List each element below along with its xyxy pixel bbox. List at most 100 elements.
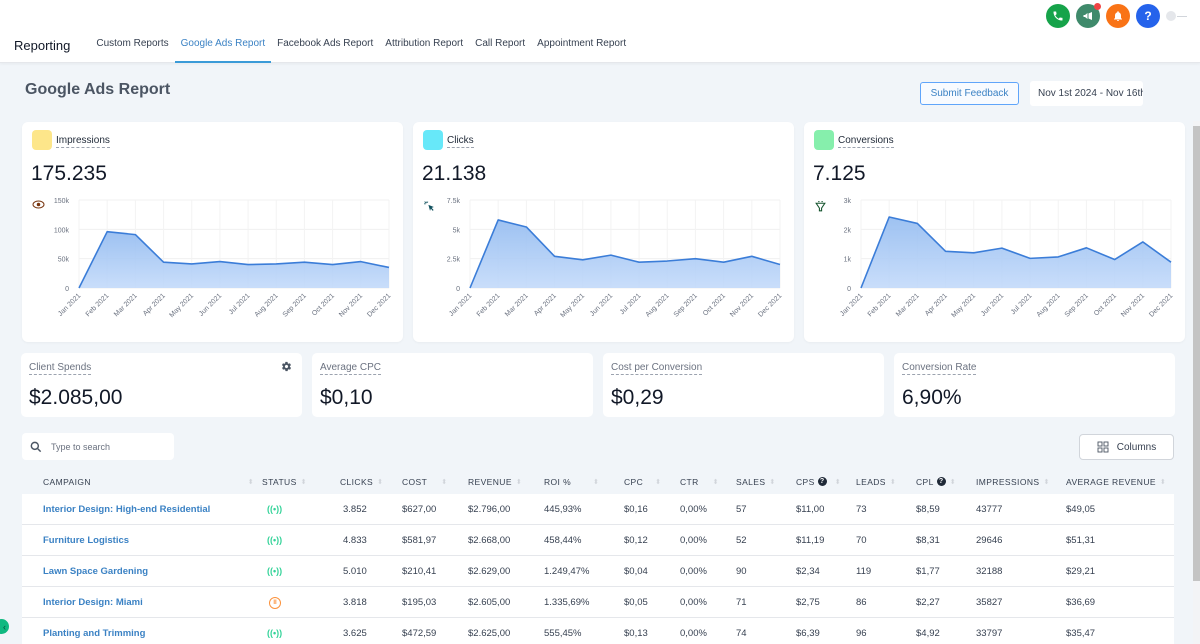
sort-icon[interactable]: ⬍ <box>1160 478 1166 486</box>
campaign-link[interactable]: Furniture Logistics <box>43 535 129 546</box>
sort-icon[interactable]: ⬍ <box>441 478 447 486</box>
submit-feedback-button[interactable]: Submit Feedback <box>920 82 1019 105</box>
campaign-link[interactable]: Lawn Space Gardening <box>43 566 148 577</box>
sort-icon[interactable]: ⬍ <box>835 478 841 486</box>
data-point[interactable] <box>274 262 278 266</box>
data-point[interactable] <box>1169 260 1173 264</box>
impressions-label[interactable]: Impressions <box>56 135 110 148</box>
data-point[interactable] <box>524 225 528 229</box>
data-point[interactable] <box>468 286 472 290</box>
tab-google-ads-report[interactable]: Google Ads Report <box>174 38 272 63</box>
col-status[interactable]: STATUS ⬍ <box>262 477 340 487</box>
bell-icon[interactable] <box>1106 4 1130 28</box>
col-revenue[interactable]: REVENUE ⬍ <box>468 477 544 487</box>
columns-button[interactable]: Columns <box>1079 434 1174 460</box>
sort-icon[interactable]: ⬍ <box>301 478 307 486</box>
data-point[interactable] <box>665 259 669 263</box>
data-point[interactable] <box>915 221 919 225</box>
data-point[interactable] <box>133 233 137 237</box>
data-point[interactable] <box>77 286 81 290</box>
sort-icon[interactable]: ⬍ <box>516 478 522 486</box>
data-point[interactable] <box>218 260 222 264</box>
kpi-label[interactable]: Cost per Conversion <box>611 362 703 375</box>
sort-icon[interactable]: ⬍ <box>593 478 599 486</box>
help-icon[interactable]: ? <box>817 477 827 486</box>
col-roi[interactable]: ROI % ⬍ <box>544 477 624 487</box>
data-point[interactable] <box>1141 240 1145 244</box>
sort-icon[interactable]: ⬍ <box>890 478 896 486</box>
col-ctr[interactable]: CTR ⬍ <box>680 477 736 487</box>
data-point[interactable] <box>1028 256 1032 260</box>
col-cpl[interactable]: CPL? ⬍ <box>916 477 976 487</box>
data-point[interactable] <box>972 251 976 255</box>
data-point[interactable] <box>887 215 891 219</box>
data-point[interactable] <box>331 263 335 267</box>
help-icon[interactable]: ? <box>1136 4 1160 28</box>
data-point[interactable] <box>778 263 782 267</box>
data-point[interactable] <box>190 262 194 266</box>
tab-attribution-report[interactable]: Attribution Report <box>379 38 469 63</box>
kpi-label[interactable]: Conversion Rate <box>902 362 977 375</box>
col-campaign[interactable]: CAMPAIGN ⬍ <box>22 477 262 487</box>
sort-icon[interactable]: ⬍ <box>377 478 383 486</box>
conversions-label[interactable]: Conversions <box>838 135 894 148</box>
funnel-icon <box>814 130 834 212</box>
data-point[interactable] <box>609 253 613 257</box>
megaphone-icon[interactable] <box>1076 3 1101 28</box>
sort-icon[interactable]: ⬍ <box>1043 478 1049 486</box>
avatar[interactable] <box>1166 9 1190 23</box>
campaign-link[interactable]: Interior Design: High-end Residential <box>43 504 210 515</box>
data-point[interactable] <box>1084 246 1088 250</box>
data-point[interactable] <box>750 254 754 258</box>
data-point[interactable] <box>553 254 557 258</box>
col-cps[interactable]: CPS? ⬍ <box>796 477 856 487</box>
scrollbar-thumb[interactable] <box>1193 126 1200 581</box>
col-leads[interactable]: LEADS ⬍ <box>856 477 916 487</box>
sort-icon[interactable]: ⬍ <box>248 478 254 486</box>
search-input[interactable] <box>51 441 161 452</box>
col-clicks[interactable]: CLICKS ⬍ <box>340 477 402 487</box>
col-sales[interactable]: SALES ⬍ <box>736 477 796 487</box>
data-point[interactable] <box>581 258 585 262</box>
col-average-revenue[interactable]: AVERAGE REVENUE ⬍ <box>1066 477 1174 487</box>
data-point[interactable] <box>359 260 363 264</box>
sort-icon[interactable]: ⬍ <box>769 478 775 486</box>
data-point[interactable] <box>105 230 109 234</box>
header-label: CAMPAIGN <box>43 476 91 487</box>
date-range-picker[interactable]: Nov 1st 2024 - Nov 16th 202 <box>1030 81 1143 106</box>
kpi-label[interactable]: Average CPC <box>320 362 381 375</box>
col-impressions[interactable]: IMPRESSIONS ⬍ <box>976 477 1066 487</box>
tab-facebook-ads-report[interactable]: Facebook Ads Report <box>271 38 379 63</box>
clicks-label[interactable]: Clicks <box>447 135 474 148</box>
campaign-link[interactable]: Planting and Trimming <box>43 628 145 639</box>
data-point[interactable] <box>496 218 500 222</box>
data-point[interactable] <box>1113 258 1117 262</box>
tab-call-report[interactable]: Call Report <box>469 38 531 63</box>
data-point[interactable] <box>1056 255 1060 259</box>
data-point[interactable] <box>1000 246 1004 250</box>
phone-icon[interactable] <box>1046 4 1070 28</box>
data-point[interactable] <box>162 260 166 264</box>
data-point[interactable] <box>387 265 391 269</box>
tab-appointment-report[interactable]: Appointment Report <box>531 38 632 63</box>
campaign-link[interactable]: Interior Design: Miami <box>43 597 143 608</box>
data-point[interactable] <box>944 249 948 253</box>
data-point[interactable] <box>722 260 726 264</box>
data-point[interactable] <box>637 260 641 264</box>
data-point[interactable] <box>693 257 697 261</box>
data-point[interactable] <box>302 260 306 264</box>
sidebar-collapse-button[interactable]: ‹ <box>0 619 9 634</box>
gear-icon[interactable] <box>281 361 292 375</box>
data-point[interactable] <box>859 286 863 290</box>
sort-icon[interactable]: ⬍ <box>655 478 661 486</box>
col-cpc[interactable]: CPC ⬍ <box>624 477 680 487</box>
area-fill <box>470 219 780 288</box>
sort-icon[interactable]: ⬍ <box>713 478 719 486</box>
sort-icon[interactable]: ⬍ <box>950 478 956 486</box>
help-icon[interactable]: ? <box>936 477 946 486</box>
kpi-label[interactable]: Client Spends <box>29 362 92 375</box>
page-scrollbar[interactable] <box>1193 121 1200 644</box>
col-cost[interactable]: COST ⬍ <box>402 477 468 487</box>
tab-custom-reports[interactable]: Custom Reports <box>90 38 174 63</box>
data-point[interactable] <box>246 263 250 267</box>
